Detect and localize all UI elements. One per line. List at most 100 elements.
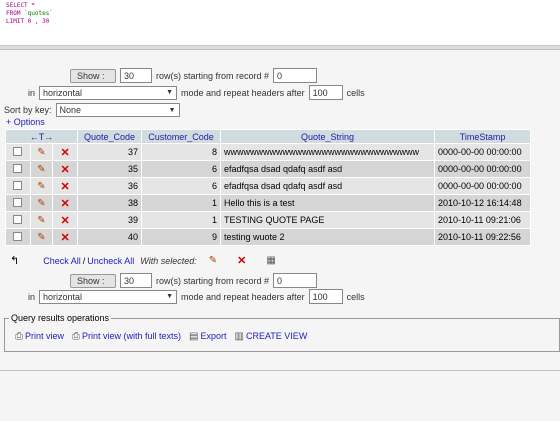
export-link[interactable]: ▤ Export	[189, 331, 226, 342]
row-checkbox[interactable]	[13, 231, 23, 241]
check-all-link[interactable]: Check All	[43, 256, 81, 266]
mode-select[interactable]: horizontal ▼	[39, 289, 178, 304]
edit-pencil-icon[interactable]: ✎	[209, 255, 217, 266]
sort-label: Sort by key:	[4, 105, 52, 115]
nav-bottom-row1: Show : 30 row(s) starting from record # …	[70, 273, 318, 288]
uncheck-all-link[interactable]: Uncheck All	[87, 256, 134, 266]
rows-input[interactable]: 30	[120, 273, 152, 288]
cell-customer-code: 1	[141, 194, 221, 212]
in-text: in	[28, 87, 36, 98]
cell-timestamp: 0000-00-00 00:00:00	[434, 160, 531, 178]
mode-text: mode and repeat headers after	[181, 87, 305, 98]
delete-x-icon[interactable]: ✕	[61, 147, 70, 159]
cell-customer-code: 6	[141, 160, 221, 178]
cell-quote-string: wwwwwwwwwwwwwwwwwwwwwwwwwwwwww	[220, 143, 435, 161]
delete-x-icon[interactable]: ✕	[61, 232, 70, 244]
mode-select[interactable]: horizontal ▼	[39, 85, 178, 100]
edit-pencil-icon[interactable]: ✎	[37, 215, 45, 226]
cells-text: cells	[346, 87, 365, 98]
view-icon: ▥	[234, 331, 244, 342]
create-view-link[interactable]: ▥ CREATE VIEW	[235, 331, 308, 342]
cell-quote-string: Hello this is a test	[220, 194, 435, 212]
edit-pencil-icon[interactable]: ✎	[37, 198, 45, 209]
table-row: ✎ ✕ 40 9 testing wuote 2 2010-10-11 09:2…	[5, 228, 531, 246]
row-checkbox[interactable]	[13, 214, 23, 224]
print-icon: ⎙	[72, 331, 81, 342]
cell-quote-string: efadfqsa dsad qdafq asdf asd	[220, 160, 435, 178]
table-row: ✎ ✕ 36 6 efadfqsa dsad qdafq asdf asd 00…	[5, 177, 531, 195]
edit-pencil-icon[interactable]: ✎	[37, 232, 45, 243]
check-separator: /	[82, 255, 86, 266]
edit-pencil-icon[interactable]: ✎	[37, 147, 45, 158]
print-view-link[interactable]: ⎙ Print view	[15, 331, 64, 342]
row-checkbox[interactable]	[13, 197, 23, 207]
row-checkbox[interactable]	[13, 146, 23, 156]
row-checkbox[interactable]	[13, 163, 23, 173]
sort-arrows-header: ←T→	[5, 129, 78, 144]
cell-customer-code: 1	[141, 211, 221, 229]
delete-x-icon[interactable]: ✕	[237, 254, 246, 267]
chevron-down-icon: ▼	[166, 293, 174, 300]
rows-input[interactable]: 30	[120, 68, 152, 83]
header-quote-code[interactable]: Quote_Code	[77, 129, 142, 144]
cell-quote-string: TESTING QUOTE PAGE	[220, 211, 435, 229]
arrow-up-left-icon: ↰	[10, 255, 20, 267]
nav-top-row2: in horizontal ▼ mode and repeat headers a…	[28, 85, 365, 100]
chevron-down-icon: ▼	[166, 89, 174, 96]
show-button[interactable]: Show :	[70, 273, 116, 288]
repeat-headers-input[interactable]: 100	[308, 289, 343, 304]
print-view-full-link[interactable]: ⎙ Print view (with full texts)	[72, 331, 181, 342]
start-record-input[interactable]: 0	[273, 273, 318, 288]
qro-legend: Query results operations	[9, 313, 112, 323]
sort-select[interactable]: None ▼	[55, 103, 180, 117]
sql-box-bar	[0, 46, 560, 50]
chevron-down-icon: ▼	[168, 106, 176, 114]
cell-quote-code: 40	[77, 228, 142, 246]
cell-timestamp: 2010-10-11 09:21:06	[434, 211, 531, 229]
cell-quote-string: efadfqsa dsad qdafq asdf asd	[220, 177, 435, 195]
cell-customer-code: 9	[141, 228, 221, 246]
check-all-row: ↰ Check All / Uncheck All With selected:…	[10, 254, 276, 267]
start-record-input[interactable]: 0	[273, 68, 318, 83]
row-checkbox[interactable]	[13, 180, 23, 190]
cell-quote-string: testing wuote 2	[220, 228, 435, 246]
cell-quote-code: 37	[77, 143, 142, 161]
export-icon: ▤	[189, 331, 199, 342]
cell-timestamp: 0000-00-00 00:00:00	[434, 177, 531, 195]
cell-customer-code: 6	[141, 177, 221, 195]
cell-timestamp: 0000-00-00 00:00:00	[434, 143, 531, 161]
cells-text: cells	[346, 291, 365, 302]
query-results-operations: Query results operations ⎙ Print view ⎙ Pr…	[4, 313, 560, 352]
print-icon: ⎙	[15, 331, 23, 342]
with-selected-label: With selected:	[140, 255, 197, 266]
table-row: ✎ ✕ 39 1 TESTING QUOTE PAGE 2010-10-11 0…	[5, 211, 531, 229]
delete-x-icon[interactable]: ✕	[61, 198, 70, 210]
in-text: in	[28, 291, 36, 302]
rows-text: row(s) starting from record #	[156, 70, 270, 81]
table-row: ✎ ✕ 35 6 efadfqsa dsad qdafq asdf asd 00…	[5, 160, 531, 178]
results-table: ←T→ Quote_Code Customer_Code Quote_Strin…	[5, 129, 531, 246]
delete-x-icon[interactable]: ✕	[61, 215, 70, 227]
options-link[interactable]: + Options	[6, 117, 45, 127]
cell-timestamp: 2010-10-11 09:22:56	[434, 228, 531, 246]
header-timestamp[interactable]: TimeStamp	[434, 129, 531, 144]
sort-arrows-icon[interactable]: ←T→	[30, 132, 54, 142]
table-header-row: ←T→ Quote_Code Customer_Code Quote_Strin…	[5, 129, 531, 144]
nav-top-row1: Show : 30 row(s) starting from record # …	[70, 68, 318, 83]
header-quote-string[interactable]: Quote_String	[220, 129, 435, 144]
cell-timestamp: 2010-10-12 16:14:48	[434, 194, 531, 212]
cell-quote-code: 38	[77, 194, 142, 212]
qro-items: ⎙ Print view ⎙ Print view (with full texts…	[15, 331, 307, 342]
delete-x-icon[interactable]: ✕	[61, 164, 70, 176]
delete-x-icon[interactable]: ✕	[61, 181, 70, 193]
sql-query-text: SELECT * FROM `quotes` LIMIT 0 , 30	[6, 2, 53, 25]
edit-pencil-icon[interactable]: ✎	[37, 181, 45, 192]
export-icon[interactable]: ▦	[266, 255, 275, 266]
edit-pencil-icon[interactable]: ✎	[37, 164, 45, 175]
cell-quote-code: 35	[77, 160, 142, 178]
table-row: ✎ ✕ 38 1 Hello this is a test 2010-10-12…	[5, 194, 531, 212]
cell-quote-code: 36	[77, 177, 142, 195]
repeat-headers-input[interactable]: 100	[308, 85, 343, 100]
header-customer-code[interactable]: Customer_Code	[141, 129, 221, 144]
show-button[interactable]: Show :	[70, 68, 116, 83]
